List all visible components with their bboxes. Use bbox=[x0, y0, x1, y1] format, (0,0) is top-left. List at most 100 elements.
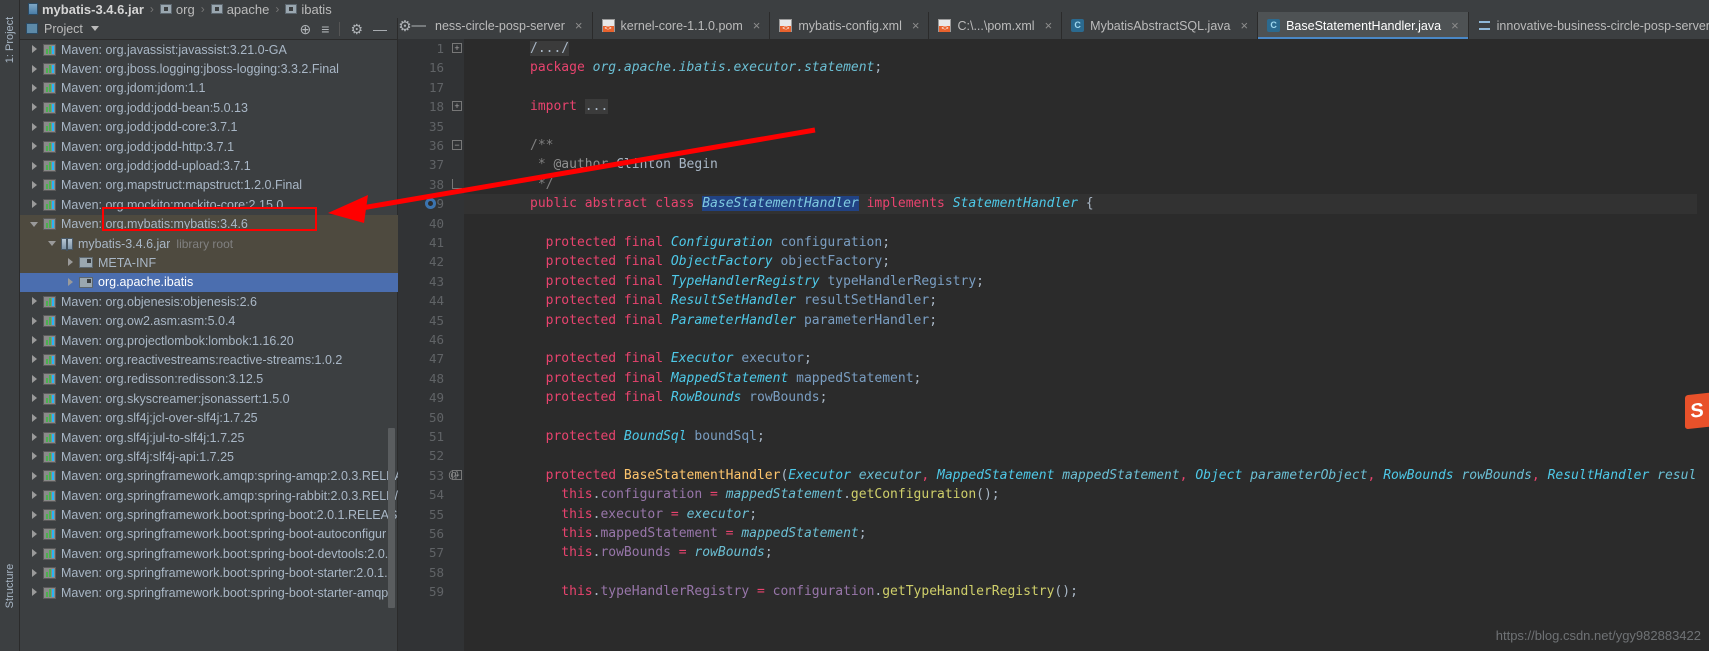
tree-item[interactable]: Maven: org.springframework.boot:spring-b… bbox=[20, 544, 398, 563]
chevron-right-icon[interactable] bbox=[30, 433, 39, 442]
fold-collapse-icon[interactable]: − bbox=[452, 140, 462, 150]
chevron-right-icon[interactable] bbox=[30, 161, 39, 171]
chevron-right-icon[interactable] bbox=[30, 297, 39, 306]
chevron-right-icon[interactable] bbox=[30, 103, 39, 112]
tree-item[interactable]: Maven: org.objenesis:objenesis:2.6 bbox=[20, 292, 398, 311]
fold-expand-icon[interactable]: + bbox=[452, 43, 462, 53]
close-icon[interactable]: × bbox=[1045, 18, 1053, 33]
chevron-right-icon[interactable] bbox=[30, 491, 39, 500]
editor-tab[interactable]: C:\...\pom.xml × bbox=[929, 12, 1063, 39]
tree-item[interactable]: Maven: org.mockito:mockito-core:2.15.0 bbox=[20, 195, 398, 214]
tree-item[interactable]: Maven: org.ow2.asm:asm:5.0.4 bbox=[20, 311, 398, 330]
code-line[interactable]: protected final RowBounds rowBounds; bbox=[530, 388, 828, 407]
tree-item[interactable]: Maven: org.reactivestreams:reactive-stre… bbox=[20, 350, 398, 369]
chevron-right-icon[interactable] bbox=[30, 180, 39, 190]
chevron-right-icon[interactable] bbox=[30, 549, 39, 558]
tree-item[interactable]: Maven: org.springframework.boot:spring-b… bbox=[20, 564, 398, 583]
chevron-right-icon[interactable] bbox=[30, 200, 39, 209]
chevron-right-icon[interactable] bbox=[30, 452, 39, 461]
chevron-right-icon[interactable] bbox=[30, 588, 39, 597]
tree-item[interactable]: Maven: org.mapstruct:mapstruct:1.2.0.Fin… bbox=[20, 176, 398, 195]
project-tree[interactable]: Maven: org.javassist:javassist:3.21.0-GA… bbox=[20, 40, 398, 651]
chevron-right-icon[interactable] bbox=[30, 568, 39, 578]
chevron-right-icon[interactable] bbox=[30, 471, 39, 481]
tree-item[interactable]: Maven: org.springframework.boot:spring-b… bbox=[20, 525, 398, 544]
settings-gear-icon[interactable]: ⚙ bbox=[350, 22, 363, 36]
tree-item[interactable]: Maven: org.jodd:jodd-core:3.7.1 bbox=[20, 118, 398, 137]
sidebar-scrollbar[interactable] bbox=[388, 428, 395, 608]
chevron-down-icon[interactable] bbox=[48, 239, 57, 248]
code-line[interactable]: * @author Clinton Begin bbox=[530, 155, 718, 174]
code-line[interactable]: /** bbox=[530, 136, 553, 155]
tree-item[interactable]: Maven: org.jodd:jodd-bean:5.0.13 bbox=[20, 98, 398, 117]
tree-item[interactable]: Maven: org.slf4j:jcl-over-slf4j:1.7.25 bbox=[20, 408, 398, 427]
hide-icon[interactable]: — bbox=[373, 22, 387, 36]
chevron-right-icon[interactable] bbox=[30, 510, 39, 520]
code-line[interactable]: protected final ObjectFactory objectFact… bbox=[530, 252, 890, 271]
code-line[interactable]: package org.apache.ibatis.executor.state… bbox=[530, 58, 882, 77]
locate-icon[interactable]: ⊕ bbox=[300, 22, 312, 36]
chevron-right-icon[interactable] bbox=[30, 83, 39, 93]
tab-settings-icon[interactable]: ⚙ bbox=[398, 12, 412, 39]
close-icon[interactable]: × bbox=[575, 18, 583, 33]
close-icon[interactable]: × bbox=[1451, 18, 1459, 33]
editor-tab[interactable]: BaseStatementHandler.java × bbox=[1258, 12, 1469, 39]
code-line[interactable]: this.configuration = mappedStatement.get… bbox=[530, 485, 999, 504]
breadcrumb-item-2[interactable]: apache bbox=[210, 2, 269, 17]
code-line[interactable]: this.mappedStatement = mappedStatement; bbox=[530, 524, 866, 543]
breadcrumb-item-3[interactable]: ibatis bbox=[285, 2, 332, 17]
code-line[interactable]: this.executor = executor; bbox=[530, 505, 757, 524]
tree-item[interactable]: Maven: org.springframework.amqp:spring-r… bbox=[20, 486, 398, 505]
code-line[interactable]: protected BoundSql boundSql; bbox=[530, 427, 765, 446]
chevron-right-icon[interactable] bbox=[66, 258, 75, 267]
tool-window-button-structure[interactable]: Structure bbox=[4, 558, 16, 614]
close-icon[interactable]: × bbox=[912, 18, 920, 33]
code-editor[interactable]: /.../ package org.apache.ibatis.executor.… bbox=[398, 39, 1709, 651]
tab-hide-icon[interactable]: — bbox=[412, 12, 427, 39]
code-line[interactable]: protected final Executor executor; bbox=[530, 349, 812, 368]
close-icon[interactable]: × bbox=[753, 18, 761, 33]
tree-item[interactable]: Maven: org.slf4j:slf4j-api:1.7.25 bbox=[20, 447, 398, 466]
tree-item[interactable]: org.apache.ibatis bbox=[20, 272, 398, 293]
tree-item[interactable]: Maven: org.redisson:redisson:3.12.5 bbox=[20, 370, 398, 389]
breadcrumb-item-0[interactable]: mybatis-3.4.6.jar bbox=[28, 2, 144, 17]
chevron-right-icon[interactable] bbox=[66, 277, 75, 287]
code-line[interactable]: */ bbox=[530, 175, 554, 194]
code-line[interactable]: import ... bbox=[530, 97, 609, 116]
tree-item[interactable]: Maven: org.slf4j:jul-to-slf4j:1.7.25 bbox=[20, 428, 398, 447]
chevron-right-icon[interactable] bbox=[30, 122, 39, 132]
tree-item[interactable]: mybatis-3.4.6.jar library root bbox=[20, 233, 398, 254]
tree-item[interactable]: Maven: org.jdom:jdom:1.1 bbox=[20, 79, 398, 98]
code-line[interactable]: protected BaseStatementHandler(Executor … bbox=[530, 466, 1709, 485]
code-line[interactable]: protected final ResultSetHandler resultS… bbox=[530, 291, 937, 310]
editor-tab[interactable]: MybatisAbstractSQL.java × bbox=[1062, 12, 1259, 39]
tree-item[interactable]: Maven: org.javassist:javassist:3.21.0-GA bbox=[20, 40, 398, 59]
breadcrumb-item-1[interactable]: org bbox=[159, 2, 195, 17]
chevron-right-icon[interactable] bbox=[30, 413, 39, 423]
code-line[interactable]: this.rowBounds = rowBounds; bbox=[530, 543, 772, 562]
close-icon[interactable]: × bbox=[1241, 18, 1249, 33]
tool-window-button-project[interactable]: 1: Project bbox=[4, 12, 16, 68]
chevron-right-icon[interactable] bbox=[30, 336, 39, 345]
collapse-all-icon[interactable]: ≡ bbox=[321, 22, 329, 36]
editor-scrollbar[interactable] bbox=[1697, 39, 1709, 651]
code-line[interactable]: protected final ParameterHandler paramet… bbox=[530, 311, 937, 330]
editor-tab[interactable]: mybatis-config.xml × bbox=[770, 12, 930, 39]
code-line[interactable]: this.typeHandlerRegistry = configuration… bbox=[530, 582, 1078, 601]
fold-collapse-icon[interactable]: − bbox=[452, 469, 462, 480]
fold-end-icon[interactable] bbox=[452, 178, 462, 189]
tree-item[interactable]: Maven: org.jodd:jodd-upload:3.7.1 bbox=[20, 156, 398, 175]
chevron-down-icon[interactable] bbox=[30, 220, 39, 229]
fold-gutter[interactable] bbox=[450, 39, 464, 651]
code-line[interactable]: protected final MappedStatement mappedSt… bbox=[530, 369, 922, 388]
tree-item[interactable]: Maven: org.springframework.boot:spring-b… bbox=[20, 583, 398, 602]
fold-expand-icon[interactable]: + bbox=[452, 101, 462, 112]
editor-tab[interactable]: innovative-business-circle-posp-server bbox=[1468, 12, 1709, 39]
chevron-down-icon[interactable] bbox=[90, 26, 99, 31]
chevron-right-icon[interactable] bbox=[30, 316, 39, 326]
tree-item[interactable]: Maven: org.jodd:jodd-http:3.7.1 bbox=[20, 137, 398, 156]
code-line[interactable]: /.../ bbox=[530, 39, 570, 58]
code-line[interactable]: protected final Configuration configurat… bbox=[530, 233, 890, 252]
editor-tab[interactable]: kernel-core-1.1.0.pom × bbox=[592, 12, 771, 39]
code-content[interactable]: /.../ package org.apache.ibatis.executor.… bbox=[464, 39, 1709, 651]
